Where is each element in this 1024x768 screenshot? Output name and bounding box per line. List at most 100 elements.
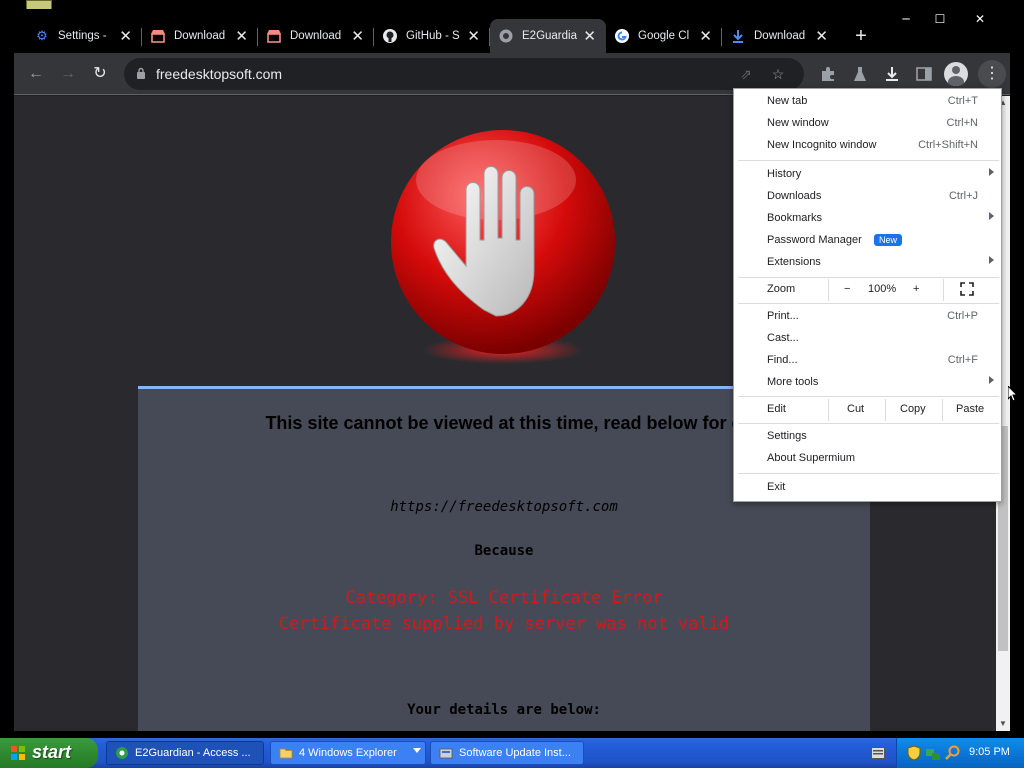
search-icon[interactable] — [945, 745, 961, 761]
copy-button[interactable]: Copy — [900, 403, 926, 415]
menu-row-zoom: Zoom − 100% + — [734, 279, 1003, 301]
menu-item-new-window[interactable]: New window Ctrl+N — [734, 113, 1003, 135]
tab-title: Google Cl — [638, 30, 690, 42]
edit-label: Edit — [767, 403, 786, 415]
close-window-button[interactable]: ✕ — [958, 11, 1002, 27]
bookmark-star-icon[interactable]: ☆ — [768, 64, 788, 84]
menu-item-new-tab[interactable]: New tab Ctrl+T — [734, 91, 1003, 113]
store-icon — [150, 28, 166, 44]
menu-divider — [738, 160, 999, 161]
menu-item-downloads[interactable]: Downloads Ctrl+J — [734, 186, 1003, 208]
windows-logo-icon — [11, 746, 25, 760]
network-icon[interactable] — [925, 745, 941, 761]
menu-kebab-icon[interactable]: ⋮ — [978, 60, 1006, 88]
google-icon — [614, 28, 630, 44]
close-tab-icon[interactable]: ✕ — [815, 27, 828, 45]
clock: 9:05 PM — [969, 746, 1010, 758]
tab-strip: ⚙ Settings - ✕ Download ✕ Download ✕ Git… — [26, 19, 876, 53]
labs-flask-icon[interactable] — [848, 62, 872, 86]
reload-icon[interactable]: ↻ — [88, 62, 112, 86]
menu-item-extensions[interactable]: Extensions — [734, 252, 1003, 274]
menu-item-print[interactable]: Print... Ctrl+P — [734, 306, 1003, 328]
close-tab-icon[interactable]: ✕ — [119, 27, 132, 45]
address-bar[interactable]: freedesktopsoft.com ⇗ ☆ — [124, 58, 804, 90]
start-button[interactable]: start — [0, 738, 98, 768]
tab-google-cloud[interactable]: Google Cl ✕ — [606, 19, 722, 53]
globe-icon — [498, 28, 514, 44]
tab-download-1[interactable]: Download ✕ — [142, 19, 258, 53]
minimize-button[interactable]: ─ — [890, 11, 922, 27]
tab-github[interactable]: GitHub - S ✕ — [374, 19, 490, 53]
menu-item-password-manager[interactable]: Password Manager New — [734, 230, 1003, 252]
zoom-out-button[interactable]: − — [844, 283, 850, 295]
taskbar-item-software-update[interactable]: Software Update Inst... — [430, 741, 584, 765]
category-reason: Category: SSL Certificate Error Certific… — [138, 585, 870, 637]
paste-button[interactable]: Paste — [956, 403, 984, 415]
shield-icon[interactable] — [907, 745, 921, 761]
side-panel-icon[interactable] — [912, 62, 936, 86]
menu-item-settings[interactable]: Settings — [734, 426, 1003, 448]
details-heading: Your details are below: — [407, 702, 601, 718]
menu-divider — [738, 473, 999, 474]
tab-settings[interactable]: ⚙ Settings - ✕ — [26, 19, 142, 53]
new-badge: New — [874, 234, 903, 246]
share-icon[interactable]: ⇗ — [736, 64, 756, 84]
window-controls: ─ ☐ ✕ — [890, 11, 1002, 27]
certificate-line: Certificate supplied by server was not v… — [278, 614, 730, 634]
taskbar-item-label: Software Update Inst... — [459, 747, 571, 759]
menu-item-exit[interactable]: Exit — [734, 477, 1003, 499]
fullscreen-icon[interactable] — [960, 282, 974, 299]
menu-divider — [738, 423, 999, 424]
submenu-arrow-icon — [989, 256, 994, 264]
maximize-button[interactable]: ☐ — [924, 11, 956, 27]
taskbar-item-explorer[interactable]: 4 Windows Explorer — [270, 741, 426, 765]
lock-icon[interactable] — [136, 67, 146, 79]
folder-icon — [279, 748, 293, 759]
github-icon — [382, 28, 398, 44]
system-tray: 9:05 PM — [871, 738, 1024, 768]
back-icon[interactable]: ← — [24, 62, 48, 86]
menu-item-about[interactable]: About Supermium — [734, 448, 1003, 470]
installer-icon — [439, 748, 453, 759]
gear-icon: ⚙ — [36, 28, 48, 43]
menu-item-new-incognito[interactable]: New Incognito window Ctrl+Shift+N — [734, 135, 1003, 157]
category-line: Category: SSL Certificate Error — [345, 588, 663, 608]
menu-item-more-tools[interactable]: More tools — [734, 372, 1003, 394]
close-tab-icon[interactable]: ✕ — [351, 27, 364, 45]
app-menu: New tab Ctrl+T New window Ctrl+N New Incog… — [733, 88, 1002, 502]
close-tab-icon[interactable]: ✕ — [467, 27, 480, 45]
tab-e2guardian[interactable]: E2Guardia ✕ — [490, 19, 606, 53]
tab-download-2[interactable]: Download ✕ — [258, 19, 374, 53]
tab-title: Settings - — [58, 30, 107, 42]
menu-item-find[interactable]: Find... Ctrl+F — [734, 350, 1003, 372]
taskbar-item-label: 4 Windows Explorer — [299, 747, 397, 759]
submenu-arrow-icon — [989, 376, 994, 384]
close-tab-icon[interactable]: ✕ — [699, 27, 712, 45]
cut-button[interactable]: Cut — [847, 403, 864, 415]
menu-item-cast[interactable]: Cast... — [734, 328, 1003, 350]
url-text[interactable]: freedesktopsoft.com — [156, 66, 282, 82]
taskbar-item-label: E2Guardian - Access ... — [135, 747, 251, 759]
menu-item-history[interactable]: History — [734, 164, 1003, 186]
keyboard-icon[interactable] — [871, 747, 885, 759]
because-label: Because — [474, 543, 534, 559]
extensions-puzzle-icon[interactable] — [816, 62, 840, 86]
tab-download-3[interactable]: Download ✕ — [722, 19, 838, 53]
zoom-in-button[interactable]: + — [913, 283, 919, 295]
scroll-down-icon[interactable]: ▼ — [996, 717, 1010, 731]
zoom-level: 100% — [868, 283, 897, 295]
profile-avatar[interactable] — [944, 62, 968, 86]
mouse-cursor-icon — [1008, 386, 1018, 402]
new-tab-button[interactable]: + — [846, 19, 876, 53]
chevron-down-icon — [413, 748, 421, 753]
menu-item-bookmarks[interactable]: Bookmarks — [734, 208, 1003, 230]
close-tab-icon[interactable]: ✕ — [235, 27, 248, 45]
taskbar-item-e2guardian[interactable]: E2Guardian - Access ... — [106, 741, 264, 765]
submenu-arrow-icon — [989, 212, 994, 220]
title-bar: ─ ☐ ✕ ⚙ Settings - ✕ Download ✕ Download… — [14, 9, 1010, 53]
forward-icon[interactable]: → — [56, 62, 80, 86]
close-tab-icon[interactable]: ✕ — [583, 27, 596, 45]
downloads-icon[interactable] — [880, 62, 904, 86]
tab-title: Download — [754, 30, 806, 42]
menu-divider — [738, 396, 999, 397]
